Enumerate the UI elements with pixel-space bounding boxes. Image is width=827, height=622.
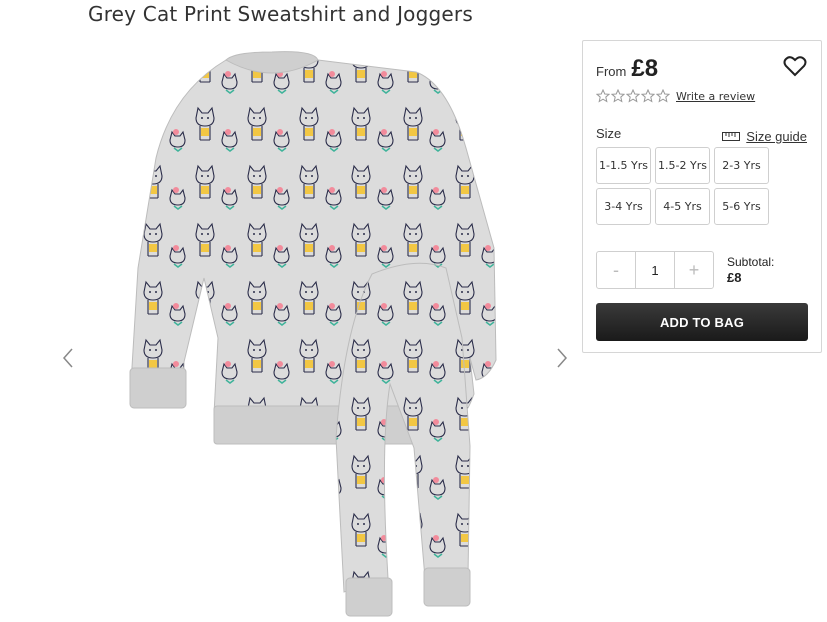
decrease-quantity-button[interactable]: - (597, 252, 635, 288)
subtotal-amount: £8 (727, 270, 742, 285)
size-option[interactable]: 4-5 Yrs (655, 188, 710, 225)
gallery-next-button[interactable] (552, 343, 572, 373)
chevron-left-icon (62, 348, 73, 368)
chevron-right-icon (557, 348, 568, 368)
size-option[interactable]: 2-3 Yrs (714, 147, 769, 184)
star-icon[interactable] (641, 89, 655, 103)
price-row: From £8 (596, 55, 658, 83)
heart-icon[interactable] (783, 55, 807, 77)
gallery-prev-button[interactable] (58, 343, 78, 373)
quantity-input[interactable]: 1 (635, 252, 675, 288)
subtotal-label: Subtotal: (727, 255, 775, 269)
size-label: Size (596, 126, 622, 141)
size-guide-link[interactable]: Size guide (722, 129, 807, 144)
price: £8 (631, 55, 659, 82)
from-label: From (596, 64, 627, 79)
increase-quantity-button[interactable]: + (675, 252, 713, 288)
size-option[interactable]: 1.5-2 Yrs (655, 147, 710, 184)
purchase-panel: From £8 Write a review Size Size guide 1… (582, 40, 822, 353)
subtotal: Subtotal: £8 (727, 255, 774, 285)
size-option[interactable]: 5-6 Yrs (714, 188, 769, 225)
size-guide-label: Size guide (746, 129, 807, 144)
star-rating[interactable] (596, 89, 670, 103)
write-review-link[interactable]: Write a review (676, 90, 755, 103)
quantity-stepper: - 1 + (596, 251, 714, 289)
product-title: Grey Cat Print Sweatshirt and Joggers (88, 2, 473, 26)
star-icon[interactable] (626, 89, 640, 103)
product-image (129, 51, 497, 617)
rating-row: Write a review (596, 89, 755, 103)
star-icon[interactable] (656, 89, 670, 103)
ruler-icon (722, 132, 741, 141)
size-option[interactable]: 3-4 Yrs (596, 188, 651, 225)
size-option[interactable]: 1-1.5 Yrs (596, 147, 651, 184)
star-icon[interactable] (596, 89, 610, 103)
add-to-bag-button[interactable]: ADD TO BAG (596, 303, 808, 341)
product-gallery (56, 38, 580, 622)
star-icon[interactable] (611, 89, 625, 103)
size-options: 1-1.5 Yrs 1.5-2 Yrs 2-3 Yrs 3-4 Yrs 4-5 … (596, 147, 769, 225)
